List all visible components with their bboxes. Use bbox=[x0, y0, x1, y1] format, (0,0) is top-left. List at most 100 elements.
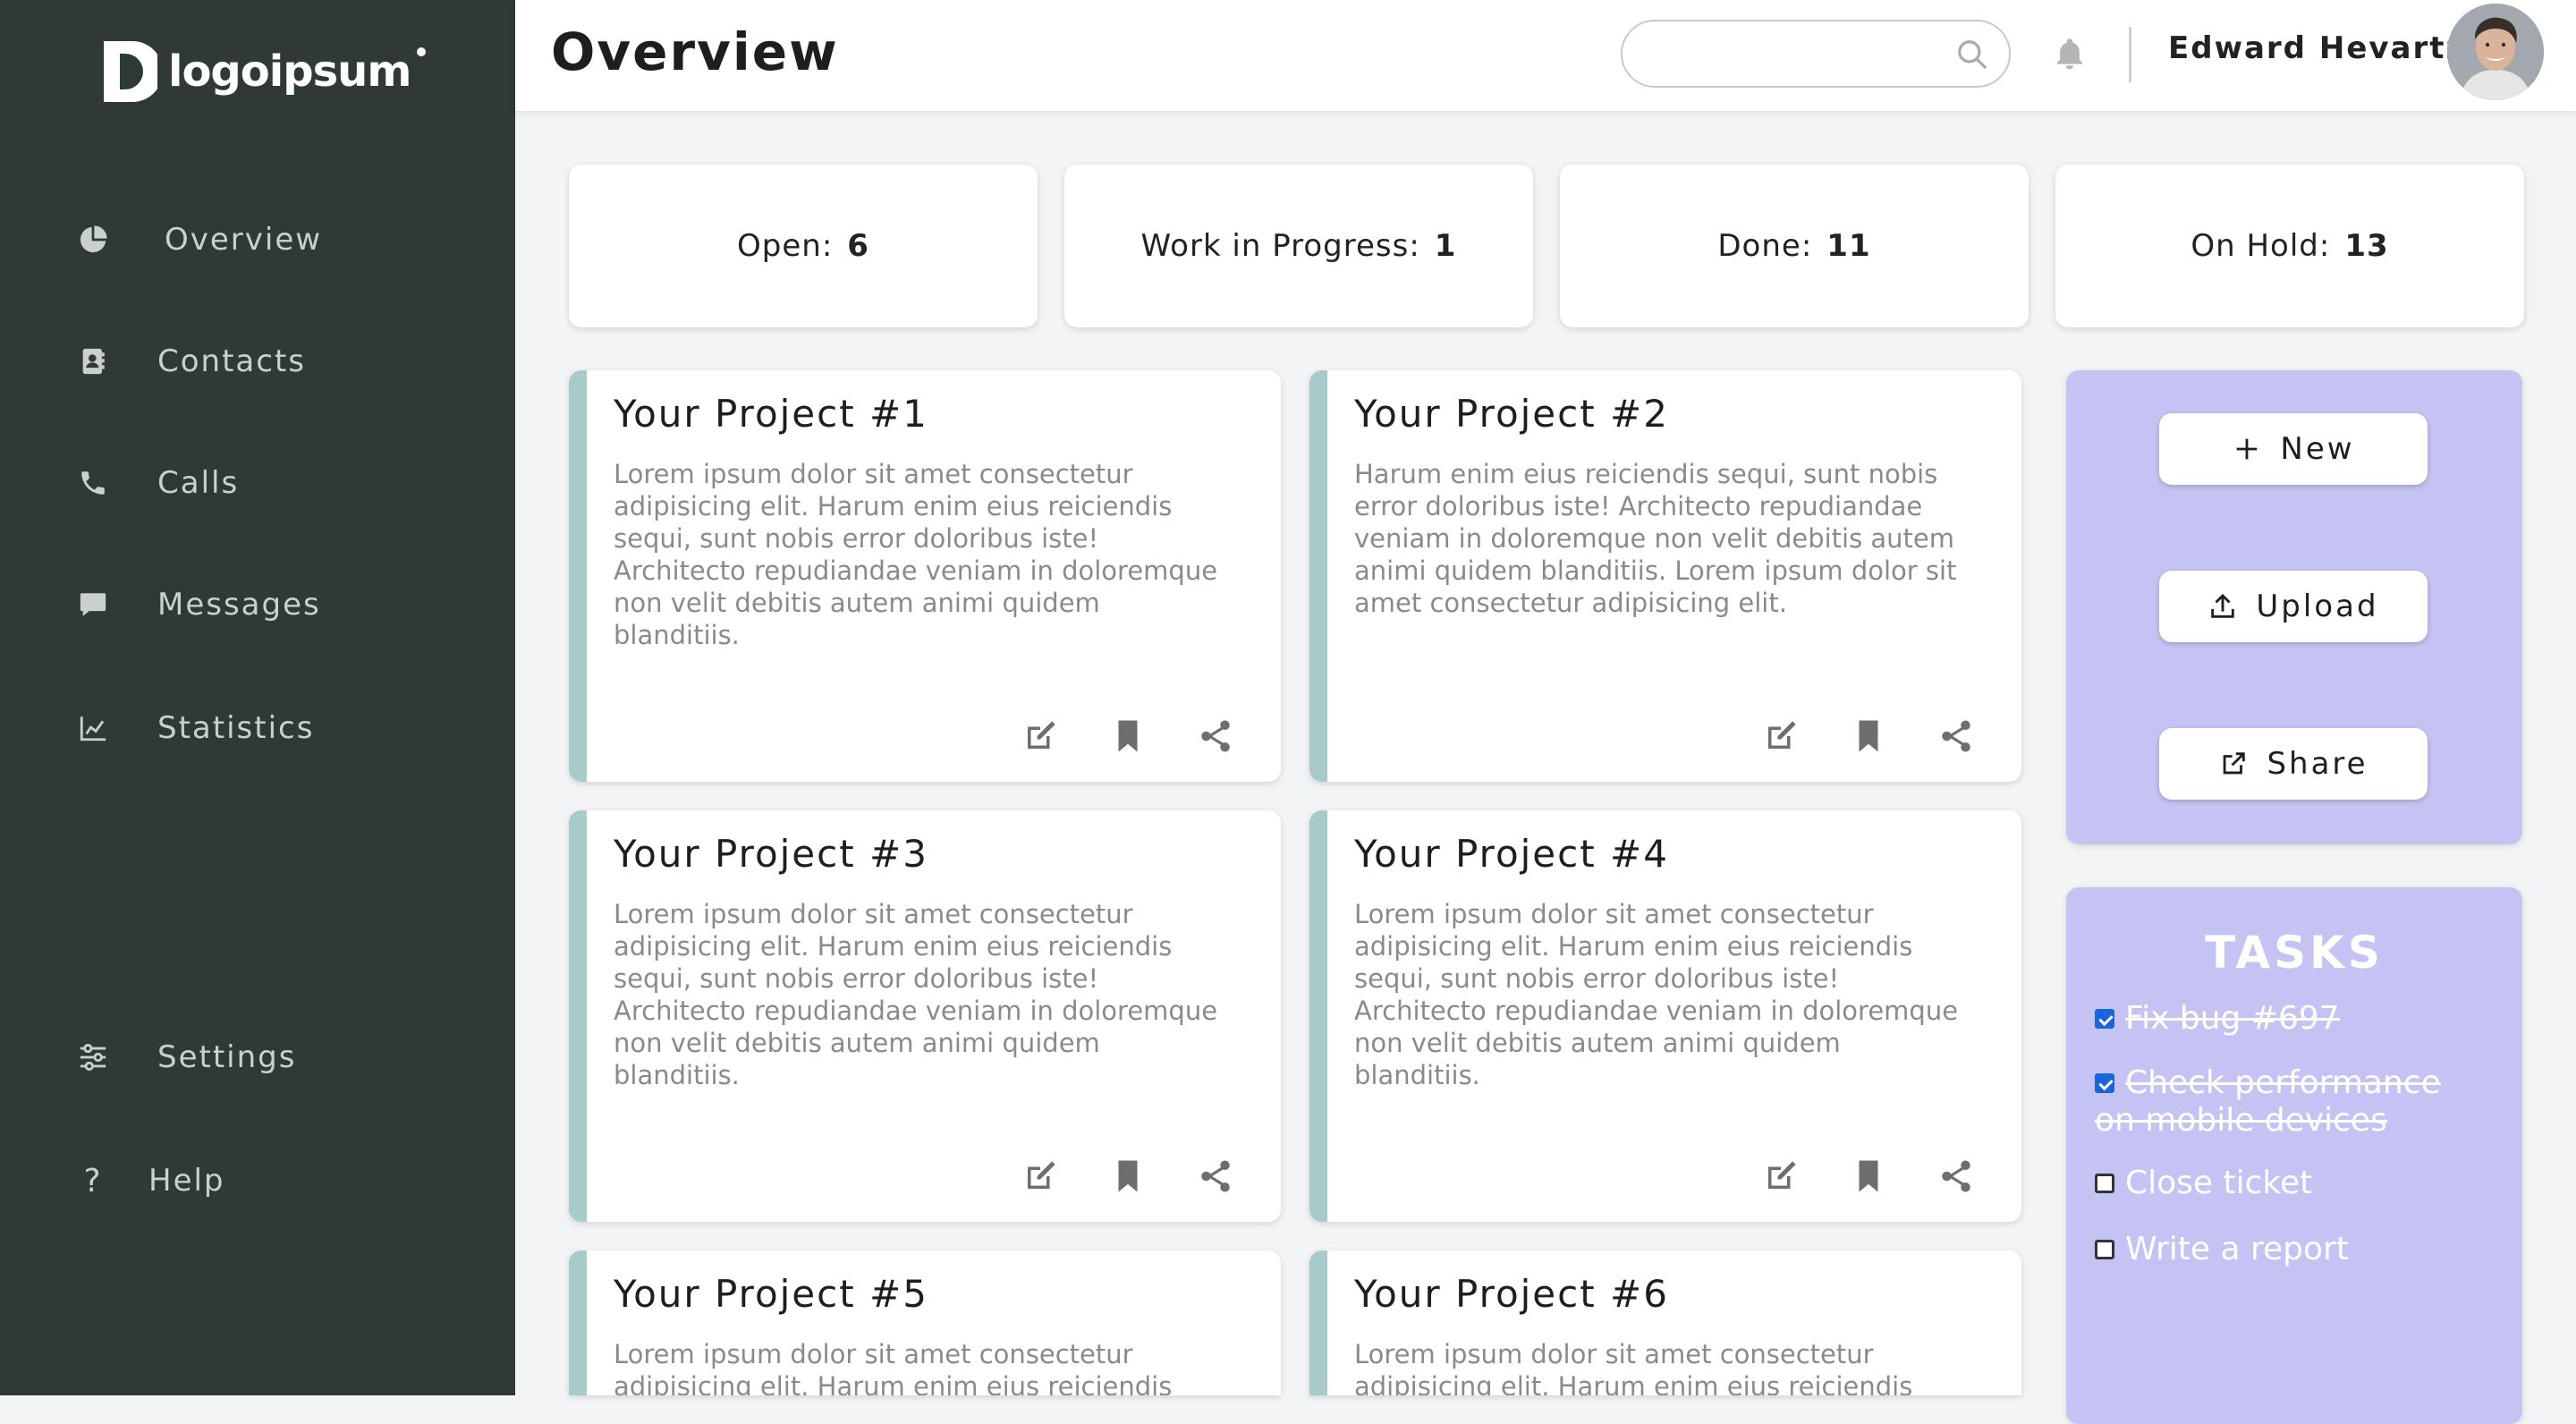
task-checkbox[interactable] bbox=[2095, 1174, 2114, 1193]
project-card[interactable]: Your Project #3 Lorem ipsum dolor sit am… bbox=[569, 810, 1281, 1222]
sidebar-item-label: Contacts bbox=[157, 343, 306, 379]
stat-value: 11 bbox=[1826, 228, 1871, 264]
sidebar: logoipsum Overview Contacts Calls Messag… bbox=[0, 0, 515, 1395]
quick-actions-panel: New Upload Share bbox=[2066, 370, 2522, 844]
avatar[interactable] bbox=[2447, 4, 2544, 100]
sidebar-item-label: Overview bbox=[165, 222, 323, 258]
search-icon[interactable] bbox=[1955, 38, 1989, 72]
task-label: Fix bug #697 bbox=[2125, 1000, 2340, 1037]
sidebar-item-calls[interactable]: Calls bbox=[75, 456, 239, 510]
project-description: Lorem ipsum dolor sit amet consectetur a… bbox=[614, 459, 1218, 650]
project-card[interactable]: Your Project #1 Lorem ipsum dolor sit am… bbox=[569, 370, 1281, 782]
user-name[interactable]: Edward Hevartz bbox=[2168, 30, 2465, 66]
edit-icon[interactable] bbox=[1762, 717, 1800, 755]
stat-value: 13 bbox=[2344, 228, 2389, 264]
card-accent-bar bbox=[1309, 810, 1327, 1222]
address-book-icon bbox=[75, 343, 111, 379]
sidebar-item-label: Statistics bbox=[157, 710, 315, 746]
share-icon[interactable] bbox=[1197, 1157, 1234, 1195]
sidebar-item-messages[interactable]: Messages bbox=[75, 578, 321, 631]
pie-chart-icon bbox=[75, 222, 111, 258]
task-item: Close ticket bbox=[2095, 1165, 2488, 1202]
sidebar-item-label: Help bbox=[148, 1163, 225, 1199]
share-button-label: Share bbox=[2267, 746, 2368, 782]
project-description: Lorem ipsum dolor sit amet consectetur a… bbox=[614, 1339, 1173, 1395]
logo[interactable]: logoipsum bbox=[100, 34, 427, 109]
stat-on-hold[interactable]: On Hold: 13 bbox=[2055, 165, 2524, 327]
stat-done[interactable]: Done: 11 bbox=[1560, 165, 2029, 327]
plus-icon bbox=[2237, 438, 2258, 460]
share-icon[interactable] bbox=[1937, 1157, 1975, 1195]
project-title: Your Project #3 bbox=[614, 832, 928, 876]
project-card[interactable]: Your Project #6 Lorem ipsum dolor sit am… bbox=[1309, 1250, 2021, 1395]
task-item: Fix bug #697 bbox=[2095, 1000, 2488, 1038]
stat-open[interactable]: Open: 6 bbox=[569, 165, 1038, 327]
question-icon: ? bbox=[83, 1162, 103, 1199]
stat-value: 6 bbox=[847, 228, 869, 264]
sidebar-item-statistics[interactable]: Statistics bbox=[75, 701, 314, 755]
project-description: Lorem ipsum dolor sit amet consectetur a… bbox=[1354, 899, 1959, 1090]
sidebar-item-help[interactable]: ? Help bbox=[75, 1154, 225, 1208]
project-title: Your Project #6 bbox=[1354, 1272, 1669, 1316]
project-title: Your Project #2 bbox=[1354, 392, 1669, 436]
project-card[interactable]: Your Project #2 Harum enim eius reiciend… bbox=[1309, 370, 2021, 782]
upload-icon bbox=[2211, 593, 2235, 618]
task-checkbox[interactable] bbox=[2095, 1009, 2114, 1029]
search-box[interactable] bbox=[1621, 20, 2011, 88]
logo-mark-icon bbox=[104, 41, 157, 102]
project-title: Your Project #5 bbox=[614, 1272, 928, 1316]
new-button[interactable]: New bbox=[2159, 413, 2428, 485]
share-icon[interactable] bbox=[1937, 717, 1975, 755]
top-header: Overview Edward Hevartz bbox=[515, 0, 2576, 111]
header-divider bbox=[2129, 27, 2131, 82]
edit-icon[interactable] bbox=[1762, 1157, 1800, 1195]
sidebar-item-label: Messages bbox=[157, 587, 321, 623]
project-description: Lorem ipsum dolor sit amet consectetur a… bbox=[614, 899, 1218, 1090]
search-input[interactable] bbox=[1644, 34, 1934, 75]
sidebar-item-overview[interactable]: Overview bbox=[75, 213, 322, 267]
task-item: Check performance on mobile devices bbox=[2095, 1064, 2470, 1140]
share-button[interactable]: Share bbox=[2159, 728, 2428, 800]
upload-button[interactable]: Upload bbox=[2159, 571, 2428, 642]
page-title: Overview bbox=[551, 21, 839, 82]
bookmark-icon[interactable] bbox=[1850, 717, 1887, 755]
project-title: Your Project #4 bbox=[1354, 832, 1669, 876]
project-card[interactable]: Your Project #5 Lorem ipsum dolor sit am… bbox=[569, 1250, 1281, 1395]
bookmark-icon[interactable] bbox=[1109, 717, 1147, 755]
task-item: Write a report bbox=[2095, 1231, 2488, 1268]
bell-icon[interactable] bbox=[2052, 34, 2088, 73]
share-icon[interactable] bbox=[1197, 717, 1234, 755]
upload-button-label: Upload bbox=[2256, 589, 2379, 624]
card-actions bbox=[1762, 1157, 1975, 1195]
bookmark-icon[interactable] bbox=[1109, 1157, 1147, 1195]
tasks-panel: TASKS Fix bug #697 Check performance on … bbox=[2066, 887, 2522, 1424]
task-checkbox[interactable] bbox=[2095, 1073, 2114, 1093]
phone-icon bbox=[75, 465, 111, 501]
task-label: Check performance on mobile devices bbox=[2095, 1064, 2441, 1139]
edit-icon[interactable] bbox=[1021, 1157, 1059, 1195]
project-card[interactable]: Your Project #4 Lorem ipsum dolor sit am… bbox=[1309, 810, 2021, 1222]
card-actions bbox=[1021, 717, 1234, 755]
new-button-label: New bbox=[2280, 431, 2355, 467]
external-link-icon bbox=[2224, 752, 2246, 775]
card-actions bbox=[1762, 717, 1975, 755]
task-label: Write a report bbox=[2125, 1231, 2349, 1267]
sidebar-item-contacts[interactable]: Contacts bbox=[75, 335, 306, 388]
line-chart-icon bbox=[75, 710, 111, 746]
bookmark-icon[interactable] bbox=[1850, 1157, 1887, 1195]
card-accent-bar bbox=[569, 370, 587, 782]
sidebar-item-label: Settings bbox=[157, 1039, 297, 1075]
registered-mark-icon bbox=[417, 47, 427, 56]
project-description: Lorem ipsum dolor sit amet consectetur a… bbox=[1354, 1339, 1913, 1395]
sidebar-item-label: Calls bbox=[157, 465, 240, 501]
task-checkbox[interactable] bbox=[2095, 1240, 2114, 1259]
stat-value: 1 bbox=[1434, 228, 1457, 264]
stat-work-in-progress[interactable]: Work in Progress: 1 bbox=[1064, 165, 1533, 327]
message-icon bbox=[75, 587, 111, 623]
tasks-title: TASKS bbox=[2205, 927, 2384, 979]
task-label: Close ticket bbox=[2125, 1165, 2313, 1201]
card-accent-bar bbox=[1309, 1250, 1327, 1395]
edit-icon[interactable] bbox=[1021, 717, 1059, 755]
card-accent-bar bbox=[1309, 370, 1327, 782]
sidebar-item-settings[interactable]: Settings bbox=[75, 1030, 296, 1084]
